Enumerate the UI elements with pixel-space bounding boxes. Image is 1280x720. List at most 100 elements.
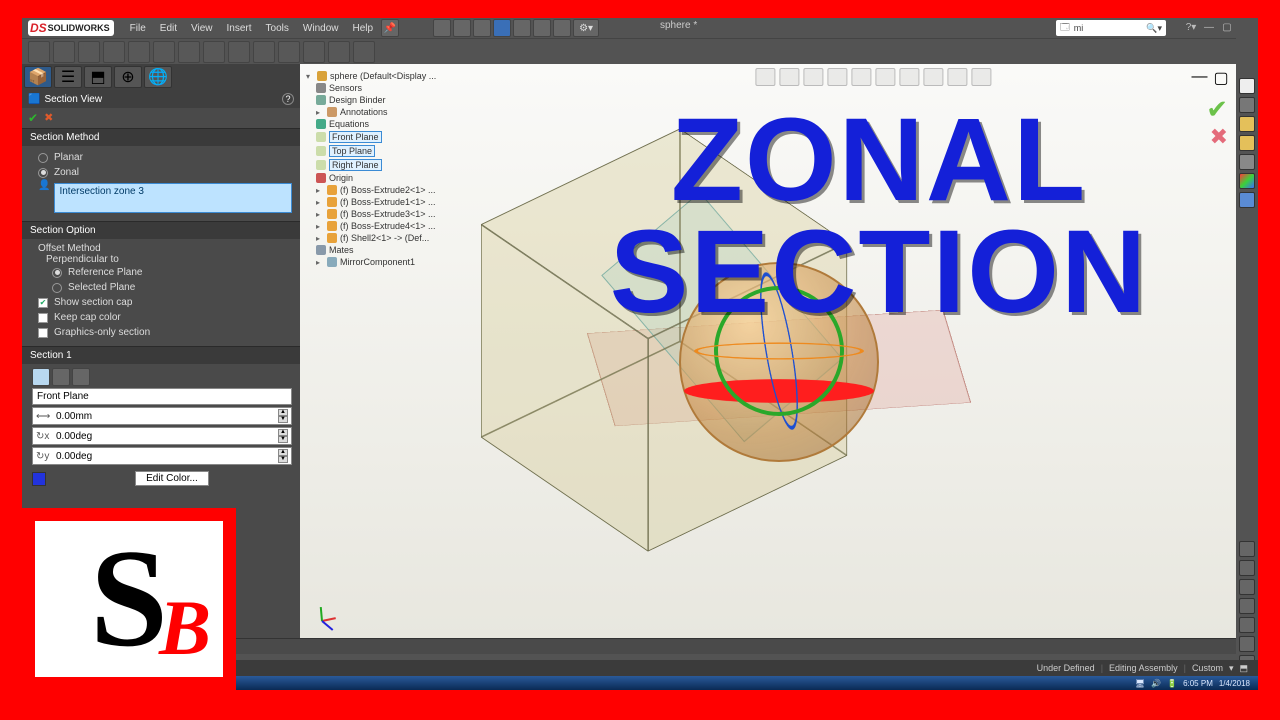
- cm-snapshot-icon[interactable]: [328, 41, 350, 63]
- y-rotation-input[interactable]: ↻y▲▼: [32, 447, 292, 465]
- check-keep-cap-color[interactable]: Keep cap color: [38, 310, 292, 325]
- menu-window[interactable]: Window: [297, 21, 345, 36]
- section-view-icon[interactable]: [827, 68, 847, 86]
- menubar: DSSOLIDWORKS File Edit View Insert Tools…: [22, 18, 1258, 38]
- rebuild-icon[interactable]: [553, 19, 571, 37]
- pin-icon[interactable]: 📌: [381, 19, 399, 37]
- cm-new-motion-icon[interactable]: [228, 41, 250, 63]
- tp-icon-e[interactable]: [1239, 617, 1255, 633]
- plane-front-icon[interactable]: [32, 368, 50, 386]
- edit-color-button[interactable]: Edit Color...: [135, 471, 209, 486]
- confirm-corner-ok[interactable]: ✔: [1206, 94, 1228, 125]
- menu-help[interactable]: Help: [346, 21, 379, 36]
- cm-move-icon[interactable]: [128, 41, 150, 63]
- cm-show-hidden-icon[interactable]: [153, 41, 175, 63]
- tp-icon-b[interactable]: [1239, 560, 1255, 576]
- offset-distance-input[interactable]: ⟷▲▼: [32, 407, 292, 425]
- flyout-tree[interactable]: ▾sphere (Default<Display ... Sensors Des…: [306, 70, 446, 268]
- cm-features-icon[interactable]: [178, 41, 200, 63]
- tab-property-manager[interactable]: ☰: [54, 66, 82, 88]
- home-icon[interactable]: [1239, 78, 1255, 94]
- save-icon[interactable]: [473, 19, 491, 37]
- cm-smart-fasteners-icon[interactable]: [103, 41, 125, 63]
- tab-dimxpert[interactable]: ⊕: [114, 66, 142, 88]
- tp-icon-d[interactable]: [1239, 598, 1255, 614]
- menu-edit[interactable]: Edit: [154, 21, 183, 36]
- doc-restore-icon[interactable]: ▢: [1213, 68, 1228, 88]
- plane-top-icon[interactable]: [52, 368, 70, 386]
- graphics-area[interactable]: — ▢ ✕ ✔ ✖ ▾sphere (Default<Display ... S…: [300, 64, 1258, 638]
- search-input[interactable]: 🗔mi 🔍▾: [1056, 20, 1166, 36]
- menu-view[interactable]: View: [185, 21, 219, 36]
- ok-button[interactable]: ✔: [28, 111, 38, 125]
- tp-icon-f[interactable]: [1239, 636, 1255, 652]
- cm-exploded-icon[interactable]: [278, 41, 300, 63]
- display-style-icon[interactable]: [875, 68, 895, 86]
- tab-feature-manager[interactable]: 📦: [24, 66, 52, 88]
- status-units[interactable]: Custom: [1192, 663, 1223, 673]
- select-icon[interactable]: [533, 19, 551, 37]
- options-icon[interactable]: ⚙▾: [573, 19, 599, 37]
- app-logo: DSSOLIDWORKS: [28, 20, 114, 36]
- open-icon[interactable]: [453, 19, 471, 37]
- cancel-button[interactable]: ✖: [44, 111, 53, 125]
- print-icon[interactable]: [493, 19, 511, 37]
- design-library-icon[interactable]: [1239, 116, 1255, 132]
- file-explorer-icon[interactable]: [1239, 135, 1255, 151]
- restore-icon[interactable]: ▢: [1220, 20, 1234, 34]
- custom-props-icon[interactable]: [1239, 192, 1255, 208]
- tray-icon[interactable]: 🔊: [1151, 679, 1161, 688]
- cm-insert-component-icon[interactable]: [28, 41, 50, 63]
- tray-icon[interactable]: 🖥: [1135, 679, 1145, 688]
- minimize-icon[interactable]: —: [1202, 20, 1216, 34]
- radio-selected-plane[interactable]: Selected Plane: [38, 280, 292, 295]
- radio-reference-plane[interactable]: Reference Plane: [38, 265, 292, 280]
- check-graphics-only[interactable]: Graphics-only section: [38, 325, 292, 340]
- tab-display-manager[interactable]: 🌐: [144, 66, 172, 88]
- resources-icon[interactable]: [1239, 97, 1255, 113]
- zoom-fit-icon[interactable]: [755, 68, 775, 86]
- view-palette-icon[interactable]: [1239, 154, 1255, 170]
- edit-appearance-icon[interactable]: [923, 68, 943, 86]
- section-view-header: 🟦Section View ?: [22, 90, 300, 108]
- zone-selection-input[interactable]: Intersection zone 3: [54, 183, 292, 213]
- confirm-corner-cancel[interactable]: ✖: [1210, 124, 1228, 150]
- section1-plane[interactable]: Front Plane: [32, 388, 292, 405]
- doc-min-icon[interactable]: —: [1191, 68, 1207, 88]
- view-orientation-icon[interactable]: [851, 68, 871, 86]
- cm-more-icon[interactable]: [353, 41, 375, 63]
- tab-config-manager[interactable]: ⬒: [84, 66, 112, 88]
- prev-view-icon[interactable]: [803, 68, 823, 86]
- tray-icon[interactable]: 🔋: [1167, 679, 1177, 688]
- status-defined: Under Defined: [1037, 663, 1095, 673]
- help-icon[interactable]: ?▾: [1184, 20, 1198, 34]
- cm-mate-icon[interactable]: [53, 41, 75, 63]
- plane-right-icon[interactable]: [72, 368, 90, 386]
- new-icon[interactable]: [433, 19, 451, 37]
- radio-zonal[interactable]: Zonal: [38, 165, 292, 180]
- cm-pattern-icon[interactable]: [78, 41, 100, 63]
- apply-scene-icon[interactable]: [947, 68, 967, 86]
- status-extra-icon[interactable]: ⬒: [1239, 663, 1248, 674]
- radio-planar[interactable]: Planar: [38, 150, 292, 165]
- offset-method-label: Offset Method: [38, 243, 292, 254]
- help-button[interactable]: ?: [282, 93, 294, 105]
- tp-icon-c[interactable]: [1239, 579, 1255, 595]
- triad-icon[interactable]: [312, 592, 348, 628]
- command-manager: [22, 38, 1258, 64]
- undo-icon[interactable]: [513, 19, 531, 37]
- x-rotation-input[interactable]: ↻x▲▼: [32, 427, 292, 445]
- cm-reference-icon[interactable]: [203, 41, 225, 63]
- menu-file[interactable]: File: [124, 21, 152, 36]
- tp-icon-a[interactable]: [1239, 541, 1255, 557]
- zoom-area-icon[interactable]: [779, 68, 799, 86]
- menu-tools[interactable]: Tools: [260, 21, 295, 36]
- view-settings-icon[interactable]: [971, 68, 991, 86]
- section-color-swatch[interactable]: [32, 472, 46, 486]
- hide-show-icon[interactable]: [899, 68, 919, 86]
- cm-instant3d-icon[interactable]: [303, 41, 325, 63]
- check-show-cap[interactable]: ✔Show section cap: [38, 295, 292, 310]
- menu-insert[interactable]: Insert: [221, 21, 258, 36]
- appearances-icon[interactable]: [1239, 173, 1255, 189]
- cm-bom-icon[interactable]: [253, 41, 275, 63]
